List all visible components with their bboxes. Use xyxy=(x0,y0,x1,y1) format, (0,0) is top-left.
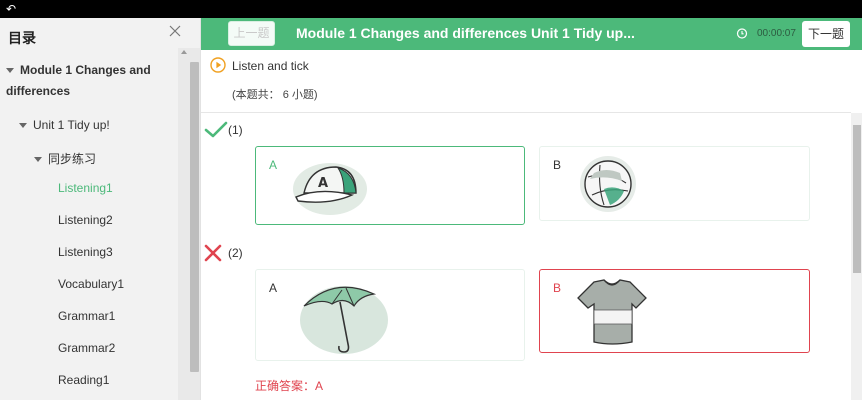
option-letter: A xyxy=(269,158,278,172)
elapsed-timer: 00:00:07 xyxy=(757,28,796,39)
divider xyxy=(201,112,851,113)
previous-question-button[interactable]: 上一题 xyxy=(228,21,275,46)
expand-caret-icon xyxy=(19,123,27,129)
question-number: (2) xyxy=(228,246,243,260)
tree-item-sync-practice[interactable]: 同步练习 xyxy=(34,150,96,167)
audio-play-icon[interactable] xyxy=(210,57,226,73)
tree-item-reading1[interactable]: Reading1 xyxy=(58,373,109,387)
question-number: (1) xyxy=(228,123,243,137)
question-count: (本题共： 6 小题) xyxy=(232,89,318,101)
close-icon[interactable] xyxy=(166,22,184,40)
option-card-q2-a[interactable]: A xyxy=(255,269,525,361)
correct-check-icon xyxy=(204,121,228,138)
stopwatch-icon xyxy=(736,28,748,39)
option-card-q1-a[interactable]: A A xyxy=(255,146,525,225)
title-bar: ↶ xyxy=(0,0,862,18)
baseball-cap-image: A xyxy=(293,163,367,215)
scroll-up-arrow-icon[interactable] xyxy=(181,50,187,54)
option-letter: B xyxy=(553,281,562,295)
tree-item-label: Unit 1 Tidy up! xyxy=(33,118,110,132)
expand-caret-icon xyxy=(6,68,14,74)
question-header: 上一题 Module 1 Changes and differences Uni… xyxy=(201,18,862,50)
svg-text:A: A xyxy=(318,176,328,191)
tree-item-listening3[interactable]: Listening3 xyxy=(58,245,113,259)
option-letter: A xyxy=(269,281,278,295)
sidebar-title: 目录 xyxy=(8,30,36,46)
sidebar-scroll-thumb[interactable] xyxy=(190,62,199,372)
t-shirt-image xyxy=(577,279,647,345)
option-letter: B xyxy=(553,158,562,172)
next-question-button[interactable]: 下一题 xyxy=(802,21,850,47)
tree-item-listening1[interactable]: Listening1 xyxy=(58,181,113,195)
instruction-text: Listen and tick xyxy=(232,59,309,73)
main-scroll-thumb[interactable] xyxy=(853,125,861,273)
tree-item-unit-1[interactable]: Unit 1 Tidy up! xyxy=(19,118,110,132)
tree-item-grammar2[interactable]: Grammar2 xyxy=(58,341,115,355)
tree-item-vocabulary1[interactable]: Vocabulary1 xyxy=(58,277,124,291)
tree-item-label: 同步练习 xyxy=(48,152,97,166)
correct-answer-text: 正确答案：A xyxy=(255,379,324,393)
beach-ball-image xyxy=(580,156,636,212)
tree-item-listening2[interactable]: Listening2 xyxy=(58,213,113,227)
tree-item-module-1[interactable]: Module 1 Changes and differences xyxy=(6,60,156,102)
back-arrow-icon[interactable]: ↶ xyxy=(6,1,16,17)
option-card-q1-b[interactable]: B xyxy=(539,146,810,221)
option-card-q2-b[interactable]: B xyxy=(539,269,810,353)
wrong-cross-icon xyxy=(204,244,222,262)
tree-item-label: Module 1 Changes and differences xyxy=(6,63,151,98)
tree-item-grammar1[interactable]: Grammar1 xyxy=(58,309,115,323)
sidebar: 目录 Module 1 Changes and differences Unit… xyxy=(0,18,201,400)
expand-caret-icon xyxy=(34,157,42,163)
umbrella-image xyxy=(300,286,388,354)
page-title: Module 1 Changes and differences Unit 1 … xyxy=(296,25,635,41)
